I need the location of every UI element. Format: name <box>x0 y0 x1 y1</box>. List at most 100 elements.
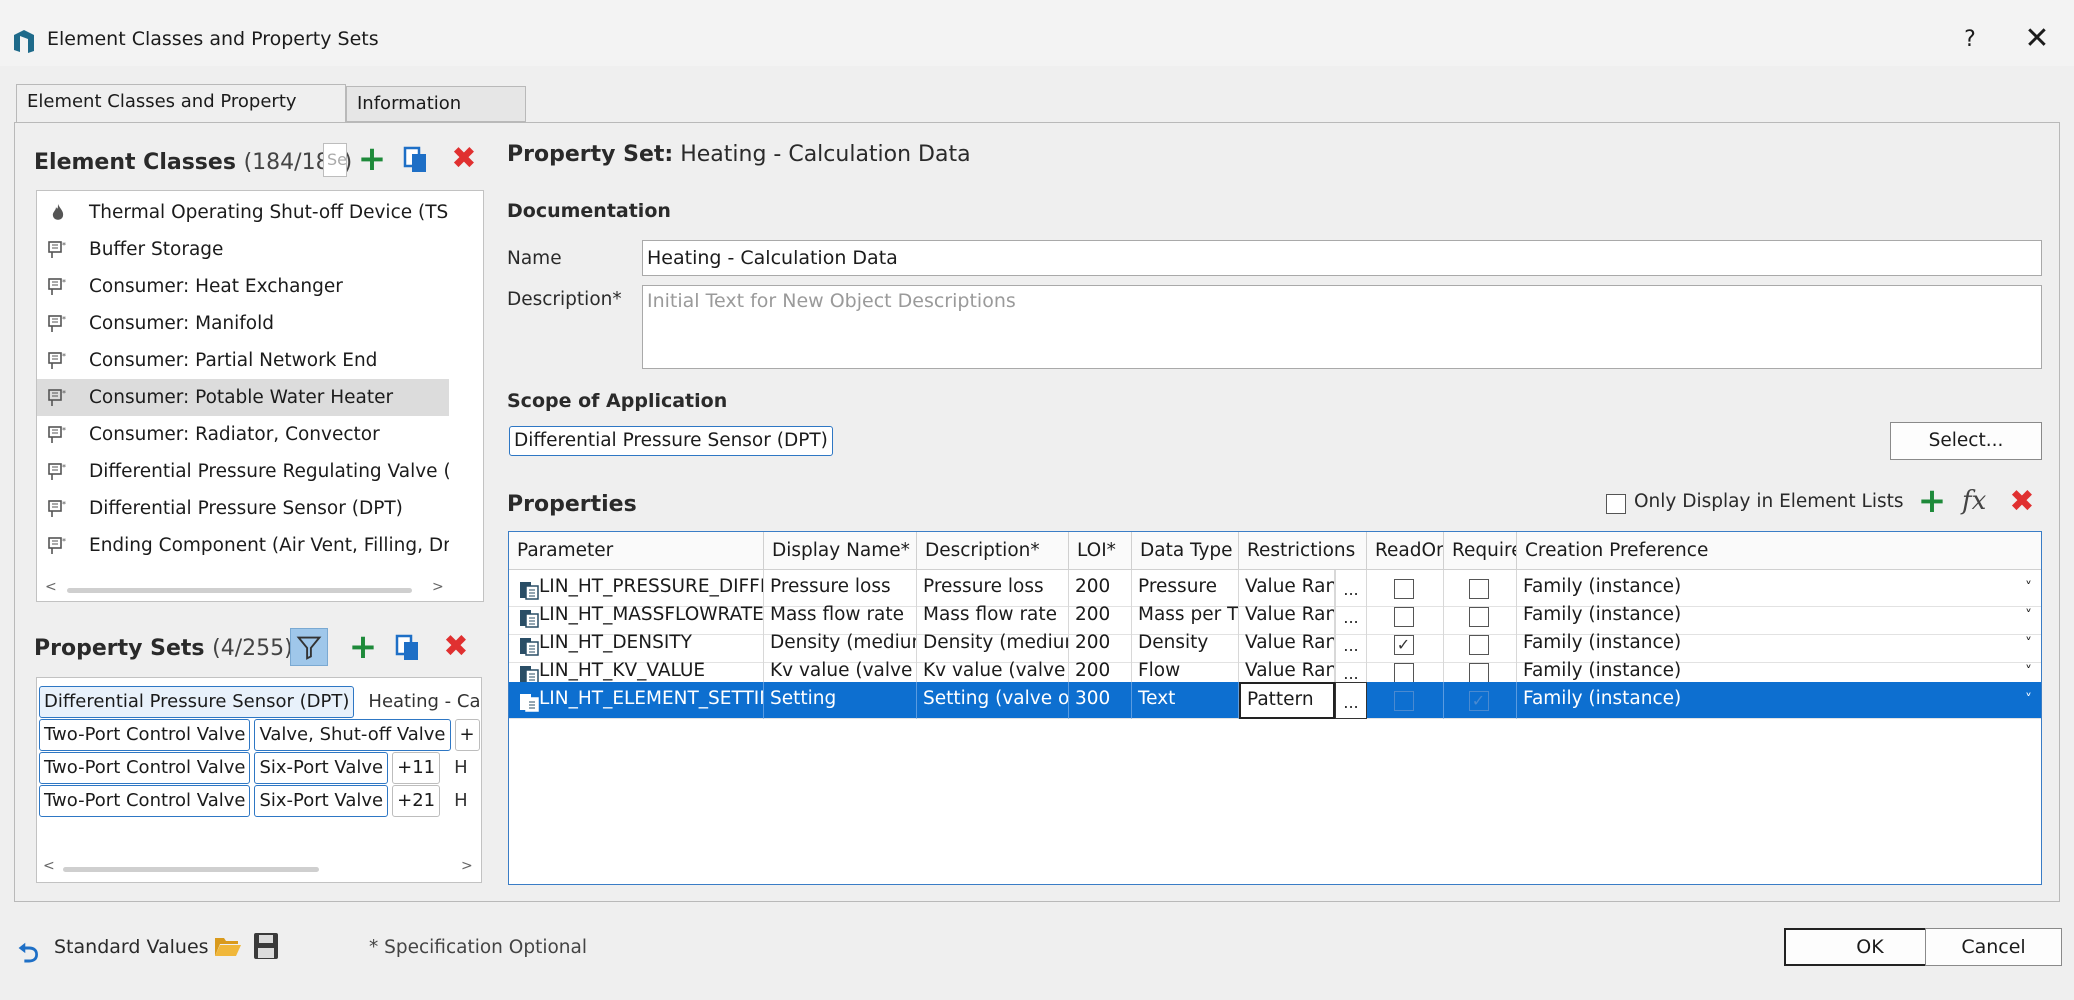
readonly-checkbox[interactable] <box>1393 691 1414 711</box>
close-button[interactable]: ✕ <box>2015 20 2059 60</box>
scroll-left-icon[interactable]: < <box>43 858 55 874</box>
horizontal-scrollbar[interactable]: < > <box>37 856 481 882</box>
add-property-button[interactable]: + <box>1916 484 1948 518</box>
description-field[interactable]: Initial Text for New Object Descriptions <box>642 285 2042 369</box>
required-checkbox[interactable] <box>1468 635 1489 655</box>
scope-chip[interactable]: Differential Pressure Sensor (DPT) <box>509 426 833 456</box>
column-header[interactable]: Display Name* <box>764 532 917 570</box>
element-class-item[interactable]: * Consumer: Potable Water Heater <box>37 379 449 416</box>
element-classes-list[interactable]: Thermal Operating Shut-off Device (TSD) *… <box>36 190 484 602</box>
save-icon[interactable] <box>253 932 279 960</box>
standard-values-button[interactable]: Standard Values <box>54 936 209 958</box>
copy-property-set-icon[interactable] <box>395 634 421 662</box>
property-set-chip[interactable]: Differential Pressure Sensor (DPT) <box>39 686 355 718</box>
properties-grid[interactable]: Parameter Display Name* Description* LOI* Da… <box>508 531 2042 885</box>
data-type-cell[interactable]: Text <box>1132 682 1239 719</box>
element-class-icon: * <box>48 315 66 332</box>
delete-property-button[interactable]: ✖ <box>2006 486 2038 518</box>
property-set-chip[interactable]: Six-Port Valve <box>254 785 389 817</box>
property-set-chip[interactable]: Six-Port Valve <box>254 752 389 784</box>
readonly-cell[interactable] <box>1367 682 1444 719</box>
readonly-checkbox[interactable] <box>1393 579 1414 599</box>
readonly-checkbox[interactable] <box>1393 607 1414 627</box>
property-sets-list[interactable]: Differential Pressure Sensor (DPT) Heatin… <box>36 677 482 883</box>
property-set-name[interactable]: Heating - Calculation Data <box>368 686 481 718</box>
select-button[interactable]: Select... <box>1890 422 2042 460</box>
filter-icon[interactable] <box>290 628 328 666</box>
property-set-chip[interactable]: Two-Port Control Valve <box>39 785 251 817</box>
loi: 200 <box>1075 604 1111 625</box>
element-class-item[interactable]: * Differential Pressure Regulating Valve … <box>37 453 449 490</box>
restrictions-cell[interactable]: Pattern <box>1239 682 1335 719</box>
required-checkbox[interactable]: ✓ <box>1468 691 1489 711</box>
property-set-name[interactable]: H <box>454 752 468 784</box>
specification-optional-note: * Specification Optional <box>369 937 588 958</box>
required-checkbox[interactable] <box>1468 579 1489 599</box>
tab-information-levels[interactable]: Information Levels <box>346 86 526 148</box>
scroll-left-icon[interactable]: < <box>45 579 57 595</box>
delete-element-class-button[interactable]: ✖ <box>448 143 480 175</box>
scroll-thumb[interactable] <box>63 867 319 872</box>
required-checkbox[interactable] <box>1468 607 1489 627</box>
undo-arrow-icon[interactable]: ⮌ <box>18 935 39 979</box>
restriction-value: Value Range <box>1245 632 1334 653</box>
loi: 200 <box>1075 660 1111 681</box>
property-set-chip[interactable]: Valve, Shut-off Valve <box>254 719 451 751</box>
loi-cell[interactable]: 300 <box>1069 682 1132 719</box>
required-checkbox[interactable] <box>1468 663 1489 683</box>
element-class-item[interactable]: Thermal Operating Shut-off Device (TSD) <box>37 194 449 231</box>
creation-preference-dropdown[interactable]: Family (instance) ˅ <box>1517 682 2041 719</box>
scroll-thumb[interactable] <box>67 588 412 593</box>
element-class-icon: * <box>48 500 66 517</box>
property-set-name[interactable]: H <box>454 785 468 817</box>
element-class-item[interactable]: * Consumer: Manifold <box>37 305 449 342</box>
horizontal-scrollbar[interactable]: < > <box>37 577 483 601</box>
parameter-cell[interactable]: LIN_HT_ELEMENT_SETTING <box>509 682 764 719</box>
scroll-right-icon[interactable]: > <box>461 858 473 874</box>
help-button[interactable]: ? <box>1950 20 1990 60</box>
element-classes-search-input[interactable]: Se <box>323 143 347 177</box>
column-header[interactable]: Restrictions <box>1239 532 1367 570</box>
display-name-cell[interactable]: Setting <box>764 682 917 719</box>
element-class-item[interactable]: * Ending Component (Air Vent, Filling, Dr… <box>37 527 449 564</box>
formula-button[interactable]: fx <box>1962 486 1986 516</box>
element-class-item[interactable]: * Buffer Storage <box>37 231 449 268</box>
only-display-label: Only Display in Element Lists <box>1634 491 1904 512</box>
property-set-chip[interactable]: Two-Port Control Valve <box>39 752 251 784</box>
element-class-item[interactable]: * Consumer: Radiator, Convector <box>37 416 449 453</box>
element-class-item[interactable]: * Differential Pressure Sensor (DPT) <box>37 490 449 527</box>
property-set-chip[interactable]: Two-Port Control Valve <box>39 719 251 751</box>
column-header[interactable]: Description* <box>917 532 1069 570</box>
element-class-icon: * <box>48 241 66 258</box>
column-header[interactable]: Parameter <box>509 532 764 570</box>
table-row[interactable]: LIN_HT_ELEMENT_SETTING Setting Setting (va… <box>509 682 2041 719</box>
element-class-item[interactable]: * Consumer: Partial Network End <box>37 342 449 379</box>
description-cell[interactable]: Setting (valve or controller) <box>917 682 1069 719</box>
column-header[interactable]: Creation Preference <box>1517 532 2041 570</box>
column-header[interactable]: Data Type <box>1132 532 1239 570</box>
add-property-set-button[interactable]: + <box>347 630 379 664</box>
more-chip[interactable]: + <box>454 719 480 751</box>
add-element-class-button[interactable]: + <box>356 142 388 176</box>
cancel-button[interactable]: Cancel <box>1925 928 2062 966</box>
tab-element-classes[interactable]: Element Classes and Property Sets <box>16 84 346 146</box>
loi: 200 <box>1075 632 1111 653</box>
readonly-checkbox[interactable]: ✓ <box>1393 635 1414 655</box>
copy-element-class-icon[interactable] <box>403 146 429 174</box>
column-header[interactable]: LOI* <box>1069 532 1132 570</box>
restriction-value: Pattern <box>1247 689 1314 710</box>
column-header[interactable]: Required <box>1444 532 1517 570</box>
scroll-right-icon[interactable]: > <box>432 579 444 595</box>
delete-property-set-button[interactable]: ✖ <box>440 631 472 663</box>
only-display-checkbox[interactable] <box>1606 494 1626 514</box>
column-header[interactable]: ReadOnly <box>1367 532 1444 570</box>
readonly-checkbox[interactable] <box>1393 663 1414 683</box>
element-class-item[interactable]: * Consumer: Heat Exchanger <box>37 268 449 305</box>
more-chip[interactable]: +21 <box>392 785 441 817</box>
open-folder-icon[interactable] <box>214 934 242 958</box>
chevron-down-icon[interactable]: ˅ <box>2025 682 2032 718</box>
more-chip[interactable]: +11 <box>392 752 441 784</box>
name-field[interactable]: Heating - Calculation Data <box>642 240 2042 276</box>
required-cell[interactable]: ✓ <box>1444 682 1517 719</box>
restrictions-edit-button[interactable]: ... <box>1335 682 1367 719</box>
